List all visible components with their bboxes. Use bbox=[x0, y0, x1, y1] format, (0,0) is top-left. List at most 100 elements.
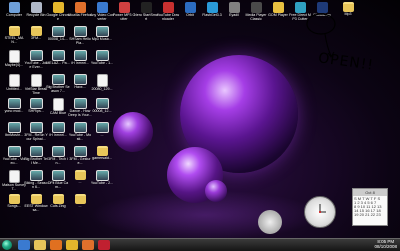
desktop-icon[interactable]: Free Direct MP3 Cutter bbox=[288, 2, 312, 28]
desktop-icon-label: IbnMoshr... bbox=[5, 133, 23, 137]
app-icon bbox=[162, 2, 174, 13]
desktop-icon[interactable]: IbnMoshr... bbox=[2, 122, 26, 148]
desktop-icon-label: 20080_129... bbox=[91, 87, 113, 91]
img-icon bbox=[51, 146, 65, 157]
desktop-icon[interactable]: SHFlips... bbox=[24, 98, 48, 124]
desktop-icon[interactable]: Mp3 bbox=[336, 2, 360, 28]
desktop-icon[interactable]: Songs... bbox=[2, 194, 26, 220]
desktop-icon[interactable]: DFit Blue Cam... bbox=[46, 170, 70, 196]
desktop-icon[interactable]: 3FM... bbox=[24, 26, 48, 52]
desktop-icon[interactable]: yono mod... bbox=[2, 98, 26, 124]
desktop-icon[interactable]: Big Brother Season 7... bbox=[46, 74, 70, 100]
taskbar-item-icon[interactable] bbox=[50, 240, 62, 250]
cpu-meter-gadget[interactable] bbox=[258, 210, 282, 234]
desktop-icon[interactable]: SHSam Hello Pla... bbox=[68, 26, 92, 52]
desktop-icon-label: Biking - Season 6... bbox=[24, 181, 48, 189]
desktop-icon[interactable]: Power MP3 Cutter bbox=[112, 2, 136, 28]
taskbar-item-icon[interactable] bbox=[18, 240, 30, 250]
desktop-icon-label: Eyadil bbox=[229, 13, 239, 17]
desktop-icon-label: Dance - How Deep Is Your... bbox=[68, 109, 92, 117]
desktop-icon[interactable]: Orbit bbox=[178, 2, 202, 28]
desktop-icon[interactable]: Haxx... bbox=[68, 74, 92, 100]
clock-face-icon bbox=[319, 204, 326, 213]
desktop-icon[interactable]: Big Brother Tell Me... bbox=[24, 146, 48, 172]
desktop-icon-label: GOM Player bbox=[268, 13, 288, 17]
desktop-icon-label: Big Brother Tell Me... bbox=[24, 157, 48, 165]
img-icon bbox=[51, 74, 65, 85]
desktop-icon[interactable]: Media Player Classic bbox=[244, 2, 268, 28]
desktop-icon-label: Cuts Zing bbox=[50, 204, 66, 208]
desktop-icon[interactable]: FlashGet3.3 bbox=[200, 2, 224, 28]
desktop-icon[interactable]: Nero StartSmart bbox=[134, 2, 158, 28]
desktop-icon[interactable]: Cuts Zing bbox=[46, 194, 70, 220]
system-clock[interactable]: 8:05 PM 08/10/2008 bbox=[374, 239, 397, 249]
calendar-gadget[interactable]: Oct 8 S M T W T F S1 2 3 4 5 6 78 9 10 1… bbox=[352, 188, 388, 226]
desktop-icon[interactable]: 3FM - Tech in... bbox=[46, 146, 70, 172]
desktop-icon[interactable]: 20080_129... bbox=[90, 74, 114, 100]
desktop-icon[interactable]: Maybe(4)... bbox=[2, 50, 26, 76]
taskbar-item-icon[interactable] bbox=[98, 240, 110, 250]
desktop-icon[interactable]: Mp3 Music... bbox=[90, 26, 114, 52]
desktop-icon-label: yono mod... bbox=[4, 109, 24, 113]
taskbar-item-icon[interactable] bbox=[34, 240, 46, 250]
desktop-icon-label: 00008_14-... bbox=[47, 37, 69, 41]
desktop-icon[interactable]: 00008_14-... bbox=[46, 26, 70, 52]
img-icon bbox=[95, 26, 109, 37]
desktop-icon-label: SHFlips... bbox=[28, 109, 44, 113]
desktop-icon[interactable]: YouTube - Mosti... bbox=[68, 122, 92, 148]
desktop-icon[interactable]: Any Video Converter bbox=[90, 2, 114, 28]
desktop-icon[interactable]: ... bbox=[90, 122, 114, 148]
desktop-icon[interactable]: gamersaid... bbox=[90, 146, 114, 172]
desktop-icon[interactable]: iH Inmnri... bbox=[46, 122, 70, 148]
desktop-icon-label: STEEL_MAN... bbox=[4, 36, 24, 44]
desktop-icon-label: Maison Survey T... bbox=[2, 183, 26, 191]
desktop-icon[interactable]: EEST Windowsa... bbox=[24, 194, 48, 220]
start-button[interactable] bbox=[2, 240, 12, 250]
taskbar-item-icon[interactable] bbox=[66, 240, 78, 250]
desktop-icon[interactable]: ... bbox=[68, 170, 92, 196]
calendar-month-label: Oct bbox=[365, 190, 372, 195]
desktop-icon[interactable]: Maison Survey T... bbox=[2, 170, 26, 196]
desktop-icon[interactable]: 3FM - Gesture... bbox=[68, 146, 92, 172]
desktop-icon[interactable]: ... bbox=[68, 194, 92, 220]
desktop-icon[interactable]: Untitled... bbox=[2, 74, 26, 100]
desktop-icon[interactable]: Biking - Season 6... bbox=[24, 170, 48, 196]
desktop-icon-label: YouTube - Mosti... bbox=[68, 133, 92, 141]
desktop: Computer Recycle Bin Google Chrome Mozilla … bbox=[0, 0, 400, 238]
app-icon bbox=[294, 2, 306, 13]
desktop-icon[interactable]: YouTube Downloader bbox=[156, 2, 180, 28]
desktop-icon[interactable]: Recycle Bin bbox=[24, 2, 48, 28]
desktop-icon-label: Free Direct MP3 Cutter bbox=[289, 13, 311, 21]
desktop-icon[interactable]: 3FM - ReSin Your Spinal... bbox=[24, 122, 48, 148]
desktop-icon[interactable]: Photoshop bbox=[310, 2, 334, 28]
desktop-icon[interactable]: Mozilla Firefox bbox=[68, 2, 92, 28]
desktop-icon[interactable]: Dance - How Deep Is Your... bbox=[68, 98, 92, 124]
desktop-icon[interactable]: YouTube - Joke Ever... bbox=[24, 50, 48, 76]
desktop-icon[interactable]: YouTube - Video... bbox=[2, 146, 26, 172]
desktop-icon[interactable]: CAM Blue bbox=[46, 98, 70, 124]
desktop-icon[interactable]: YouTube - 2... bbox=[90, 170, 114, 196]
calendar-grid: S M T W T F S1 2 3 4 5 6 78 9 10 11 12 1… bbox=[354, 196, 382, 217]
desktop-icon-label: Mp3 bbox=[344, 12, 352, 16]
desktop-icon-label: 3FM... bbox=[30, 36, 42, 40]
desktop-icon-label: iH Inmnri... bbox=[49, 133, 67, 137]
desktop-icon[interactable]: 00008_12... bbox=[90, 98, 114, 124]
desktop-icon-label: 3FM - Tech in... bbox=[48, 157, 68, 165]
desktop-icon[interactable]: Eyadil bbox=[222, 2, 246, 28]
img-icon bbox=[29, 146, 43, 157]
desktop-icon-label: YouTube - Video... bbox=[2, 157, 26, 165]
app-icon bbox=[96, 2, 108, 13]
clock-gadget[interactable] bbox=[304, 196, 336, 228]
desktop-icon-label: YouTube - Joke Ever... bbox=[24, 61, 48, 69]
desktop-icon[interactable]: GOM Player bbox=[266, 2, 290, 28]
desktop-icon[interactable]: Computer bbox=[2, 2, 26, 28]
desktop-icon[interactable]: STEEL_MAN... bbox=[2, 26, 26, 52]
img-icon bbox=[95, 170, 109, 181]
taskbar: 8:05 PM 08/10/2008 bbox=[0, 238, 400, 251]
taskbar-item-icon[interactable] bbox=[82, 240, 94, 250]
desktop-icon[interactable]: Google Chrome bbox=[46, 2, 70, 28]
desktop-icon[interactable]: VirtStar Break Time bbox=[24, 74, 48, 100]
desktop-icon[interactable]: iH Inmnri... bbox=[68, 50, 92, 76]
desktop-icon[interactable]: YouTube - 1... bbox=[90, 50, 114, 76]
desktop-icon[interactable]: MELAZ... Pa... bbox=[46, 50, 70, 76]
